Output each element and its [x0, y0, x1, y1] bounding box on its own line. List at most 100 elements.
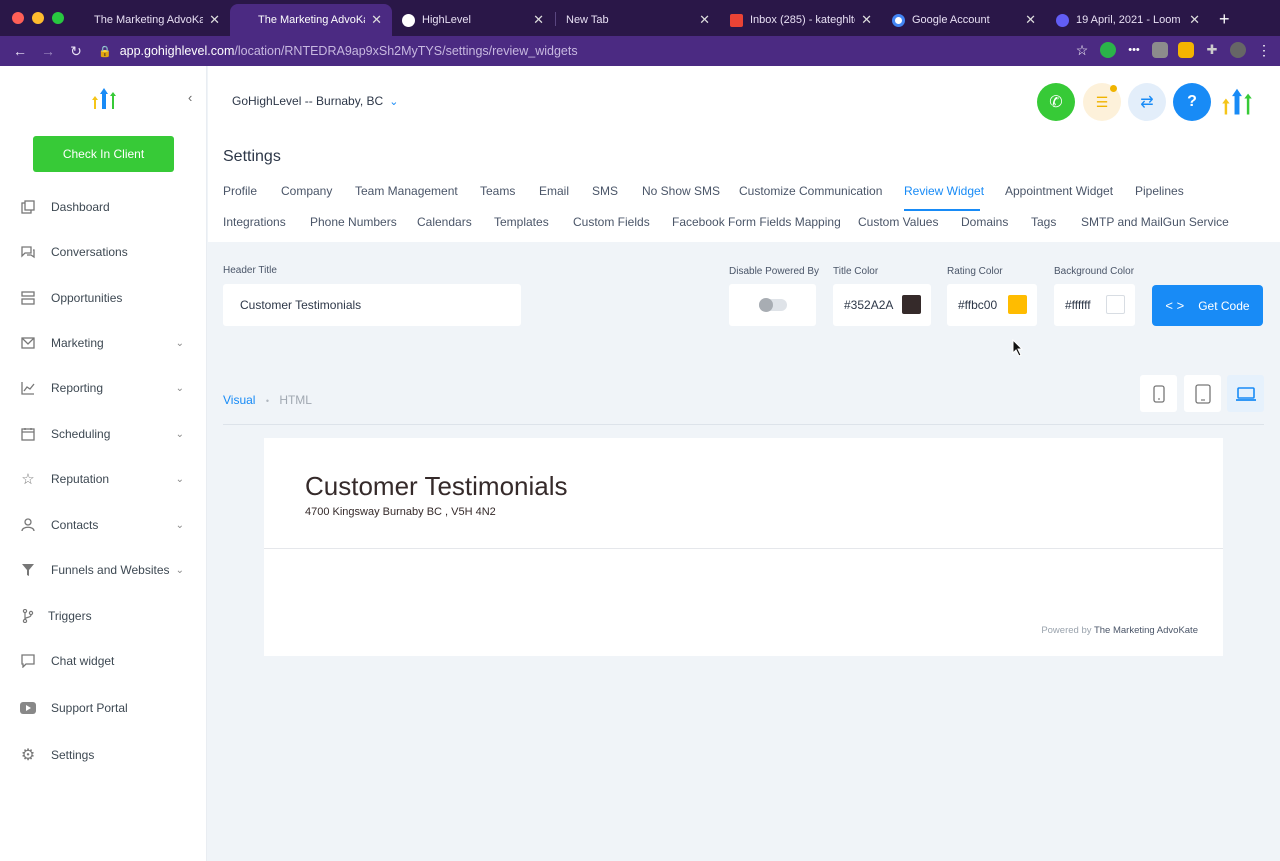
new-tab-icon[interactable]: + — [1219, 9, 1230, 30]
google-icon — [892, 13, 905, 27]
collapse-sidebar-icon[interactable]: ‹ — [188, 90, 192, 105]
maximize-window-button[interactable] — [52, 12, 64, 24]
tab-review-widget[interactable]: Review Widget — [904, 184, 984, 198]
back-icon[interactable]: ← — [12, 43, 28, 59]
widget-preview: Customer Testimonials 4700 Kingsway Burn… — [264, 438, 1223, 656]
chevron-down-icon: ⌄ — [175, 564, 184, 576]
tab-smtp-mailgun[interactable]: SMTP and MailGun Service — [1081, 215, 1229, 229]
help-button[interactable]: ? — [1173, 83, 1211, 121]
tab-teams[interactable]: Teams — [480, 184, 515, 198]
title-color-input[interactable]: #352A2A — [833, 284, 931, 326]
sidebar-item-chat-widget[interactable]: Chat widget — [20, 649, 190, 673]
tab-sms[interactable]: SMS — [592, 184, 618, 198]
browser-tab[interactable]: Google Account ✕ — [882, 4, 1046, 36]
tab-templates[interactable]: Templates — [494, 215, 549, 229]
desktop-view-button[interactable] — [1227, 375, 1264, 412]
minimize-window-button[interactable] — [32, 12, 44, 24]
tab-tags[interactable]: Tags — [1031, 215, 1056, 229]
tablet-view-button[interactable] — [1184, 375, 1221, 412]
tab-calendars[interactable]: Calendars — [417, 215, 472, 229]
sidebar-item-reputation[interactable]: ☆ Reputation ⌄ — [20, 467, 190, 491]
extensions-puzzle-icon[interactable]: ✚ — [1204, 42, 1220, 58]
sidebar-item-opportunities[interactable]: Opportunities — [20, 286, 190, 310]
background-color-input[interactable]: #ffffff — [1054, 284, 1135, 326]
tab-team-management[interactable]: Team Management — [355, 184, 458, 198]
extension-dots-icon[interactable]: ••• — [1126, 42, 1142, 58]
title-color-swatch[interactable] — [902, 295, 921, 314]
extensions-bar: ☆ ••• ✚ ⋮ — [1074, 42, 1272, 58]
close-tab-icon[interactable]: ✕ — [861, 12, 872, 28]
chat-widget-icon — [20, 653, 36, 669]
browser-chrome: The Marketing AdvoKat ✕ The Marketing Adv… — [0, 0, 1280, 66]
close-tab-icon[interactable]: ✕ — [371, 12, 382, 28]
sidebar-item-marketing[interactable]: Marketing ⌄ — [20, 331, 190, 355]
get-code-button[interactable]: < > Get Code — [1152, 285, 1263, 326]
chevron-down-icon: ⌄ — [175, 382, 184, 394]
extension-code-icon[interactable] — [1152, 42, 1168, 58]
sidebar-item-support-portal[interactable]: Support Portal — [20, 696, 190, 720]
tab-custom-values[interactable]: Custom Values — [858, 215, 938, 229]
tab-pipelines[interactable]: Pipelines — [1135, 184, 1184, 198]
html-tab[interactable]: HTML — [279, 393, 312, 407]
sidebar-item-scheduling[interactable]: Scheduling ⌄ — [20, 422, 190, 446]
tab-phone-numbers[interactable]: Phone Numbers — [310, 215, 397, 229]
close-window-button[interactable] — [12, 12, 24, 24]
tab-customize-communication[interactable]: Customize Communication — [739, 184, 882, 198]
location-switcher[interactable]: GoHighLevel -- Burnaby, BC ⌄ — [232, 94, 398, 108]
check-in-client-button[interactable]: Check In Client — [33, 136, 174, 172]
sidebar-item-reporting[interactable]: Reporting ⌄ — [20, 376, 190, 400]
sidebar-item-triggers[interactable]: Triggers — [20, 604, 190, 628]
browser-menu-icon[interactable]: ⋮ — [1256, 42, 1272, 58]
tab-company[interactable]: Company — [281, 184, 332, 198]
get-code-label: Get Code — [1198, 298, 1250, 313]
tab-facebook-form-fields[interactable]: Facebook Form Fields Mapping — [672, 215, 841, 229]
sidebar-item-dashboard[interactable]: Dashboard — [20, 195, 190, 219]
sidebar-item-label: Contacts — [51, 518, 99, 532]
tab-profile[interactable]: Profile — [223, 184, 257, 198]
tab-domains[interactable]: Domains — [961, 215, 1008, 229]
mobile-view-button[interactable] — [1140, 375, 1177, 412]
tab-custom-fields[interactable]: Custom Fields — [573, 215, 650, 229]
calendar-icon — [20, 426, 36, 442]
bookmark-star-icon[interactable]: ☆ — [1074, 42, 1090, 58]
sidebar-item-funnels-websites[interactable]: Funnels and Websites ⌄ — [20, 558, 190, 582]
tab-no-show-sms[interactable]: No Show SMS — [642, 184, 720, 198]
browser-tab[interactable]: New Tab ✕ — [556, 4, 720, 36]
title-color-label: Title Color — [833, 266, 879, 277]
close-tab-icon[interactable]: ✕ — [1025, 12, 1036, 28]
visual-tab[interactable]: Visual — [223, 393, 255, 407]
browser-tab[interactable]: HighLevel ✕ — [392, 4, 554, 36]
tab-integrations[interactable]: Integrations — [223, 215, 286, 229]
switch-button[interactable]: ⇄ — [1128, 83, 1166, 121]
sidebar-item-settings[interactable]: ⚙ Settings — [20, 743, 190, 767]
url-field[interactable]: 🔒 app.gohighlevel.com/location/RNTEDRA9a… — [98, 36, 578, 66]
browser-tab[interactable]: Inbox (285) - kateghlte ✕ — [720, 4, 882, 36]
close-tab-icon[interactable]: ✕ — [209, 12, 220, 28]
tab-bar: The Marketing AdvoKat ✕ The Marketing Adv… — [0, 0, 1280, 36]
highlevel-brand-icon[interactable] — [1221, 85, 1253, 122]
header-title-input[interactable]: Customer Testimonials — [223, 284, 521, 326]
rating-color-input[interactable]: #ffbc00 — [947, 284, 1037, 326]
sidebar-item-conversations[interactable]: Conversations — [20, 240, 190, 264]
background-color-swatch[interactable] — [1106, 295, 1125, 314]
profile-avatar[interactable] — [1230, 42, 1246, 58]
extension-shield-icon[interactable] — [1178, 42, 1194, 58]
tab-email[interactable]: Email — [539, 184, 569, 198]
tab-appointment-widget[interactable]: Appointment Widget — [1005, 184, 1113, 198]
close-tab-icon[interactable]: ✕ — [699, 12, 710, 28]
phone-button[interactable]: ✆ — [1037, 83, 1075, 121]
browser-tab[interactable]: 19 April, 2021 - Loom R ✕ — [1046, 4, 1210, 36]
reload-icon[interactable]: ↻ — [68, 43, 84, 60]
forward-icon[interactable]: → — [40, 43, 56, 59]
close-tab-icon[interactable]: ✕ — [533, 12, 544, 28]
browser-tab-active[interactable]: The Marketing AdvoKat ✕ — [230, 4, 392, 36]
close-tab-icon[interactable]: ✕ — [1189, 12, 1200, 28]
powered-by-brand[interactable]: The Marketing AdvoKate — [1094, 625, 1198, 636]
rating-color-swatch[interactable] — [1008, 295, 1027, 314]
sidebar-item-label: Reporting — [51, 381, 104, 395]
disable-powered-toggle[interactable] — [729, 284, 816, 326]
sidebar-item-contacts[interactable]: Contacts ⌄ — [20, 513, 190, 537]
browser-tab[interactable]: The Marketing AdvoKat ✕ — [84, 4, 230, 36]
tasks-button[interactable]: ☰ — [1083, 83, 1121, 121]
extension-grammarly-icon[interactable] — [1100, 42, 1116, 58]
